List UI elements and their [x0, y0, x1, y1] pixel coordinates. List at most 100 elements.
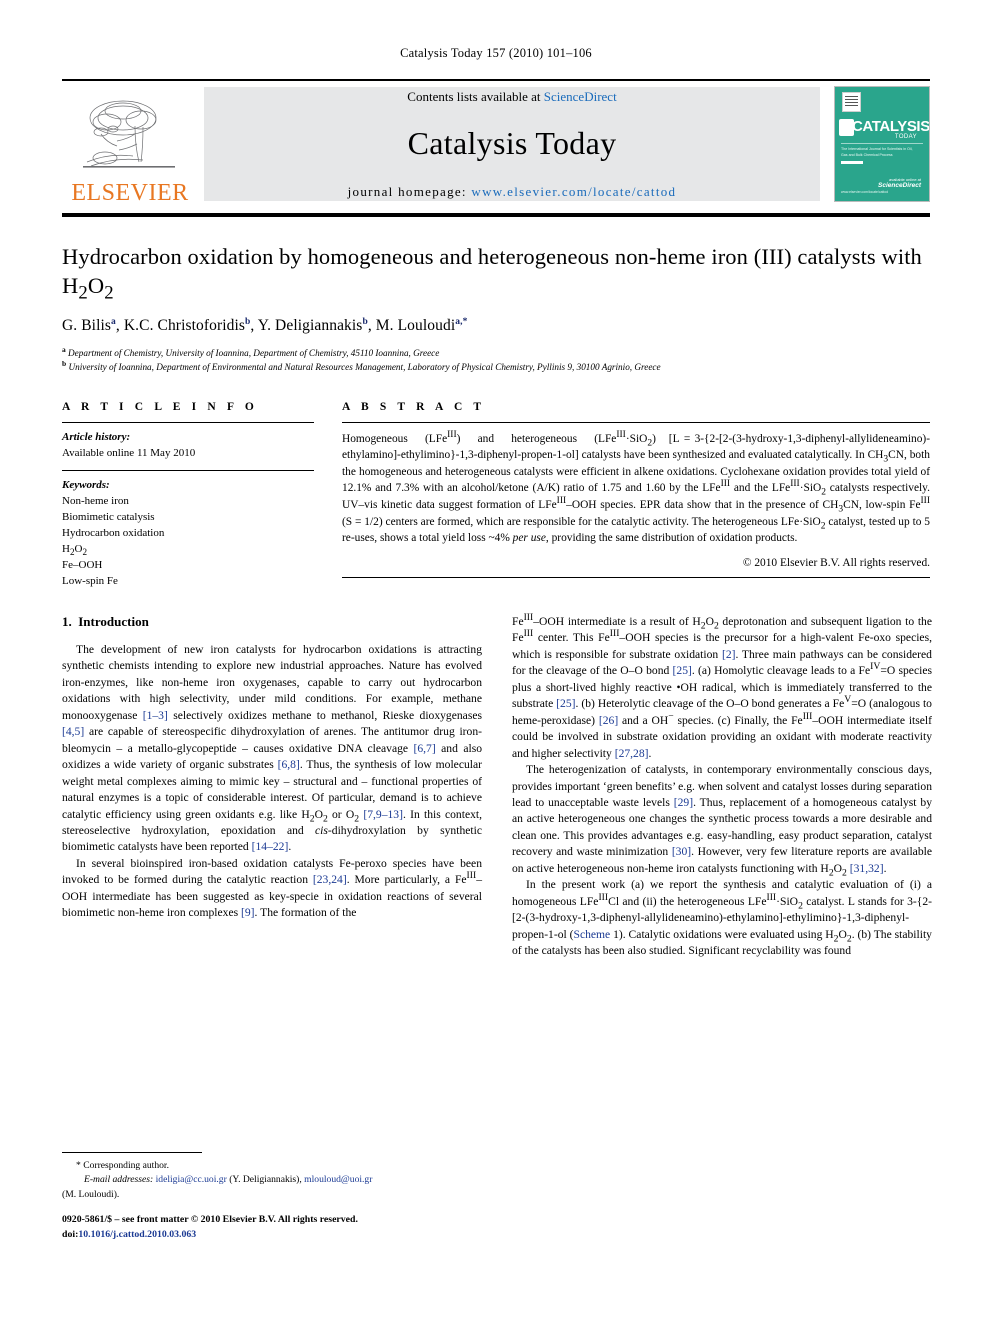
- author-name: G. Bilis: [62, 316, 112, 334]
- citation-ref[interactable]: [1–3]: [143, 709, 168, 722]
- elsevier-logo-block: ELSEVIER: [62, 81, 198, 207]
- affiliation-item: a Department of Chemistry, University of…: [62, 344, 930, 361]
- cover-footer: www.elsevier.com/locate/cattod: [841, 189, 889, 194]
- cover-top-box: [842, 92, 861, 112]
- email-owner-1: (Y. Deligiannakis),: [229, 1174, 302, 1186]
- citation-ref[interactable]: [30]: [672, 845, 691, 858]
- body-column-left: 1. Introduction The development of new i…: [62, 614, 482, 960]
- section-number: 1.: [62, 614, 72, 629]
- contents-prefix: Contents lists available at: [407, 88, 544, 104]
- info-abstract-region: A R T I C L E I N F O Article history: A…: [62, 401, 930, 590]
- page-footer: 0920-5861/$ – see front matter © 2010 El…: [62, 1212, 532, 1242]
- cover-subtitle: TODAY: [894, 134, 917, 140]
- cover-publisher-name: ScienceDirect: [878, 182, 921, 189]
- journal-cover-block: CATALYSIS TODAY The International Journa…: [830, 81, 930, 207]
- doi-link[interactable]: 10.1016/j.cattod.2010.03.063: [78, 1229, 196, 1240]
- paragraph: In several bioinspired iron-based oxidat…: [62, 856, 482, 920]
- paragraph: The heterogenization of catalysts, in co…: [512, 763, 932, 879]
- author-affil-mark: b: [245, 316, 251, 327]
- cover-bar: [841, 161, 863, 164]
- author-affil-mark: a,*: [455, 316, 468, 327]
- footnote-rule: [62, 1152, 202, 1153]
- keyword-item: Hydrocarbon oxidation: [62, 527, 165, 540]
- article-title-sub-2: 2: [104, 282, 114, 304]
- sciencedirect-link[interactable]: ScienceDirect: [544, 89, 617, 104]
- cover-blurb: The International Journal for Scientists…: [841, 147, 913, 157]
- affiliation-text: University of Ioannina, Department of En…: [68, 361, 661, 372]
- cover-title: CATALYSIS: [852, 118, 930, 135]
- doi-label: doi:: [62, 1229, 79, 1241]
- keyword-item: Fe–OOH: [62, 559, 103, 572]
- citation-ref[interactable]: [4,5]: [62, 725, 84, 738]
- abstract-copyright: © 2010 Elsevier B.V. All rights reserved…: [742, 557, 930, 570]
- abstract-text: Homogeneous (LFeIII) and heterogeneous (…: [342, 429, 931, 545]
- page-title: Hydrocarbon oxidation by homogeneous and…: [62, 243, 930, 304]
- elsevier-tree-icon: [83, 100, 175, 168]
- doi-line: doi:10.1016/j.cattod.2010.03.063: [62, 1227, 532, 1242]
- citation-ref[interactable]: [23,24]: [313, 873, 347, 886]
- paragraph: In the present work (a) we report the sy…: [512, 878, 932, 958]
- article-title-sub-1: 2: [78, 282, 88, 304]
- keyword-item: Low-spin Fe: [62, 575, 118, 588]
- keyword-item: H2O2: [62, 543, 88, 558]
- affiliation-mark: b: [62, 358, 67, 368]
- article-info-column: A R T I C L E I N F O Article history: A…: [62, 401, 314, 590]
- article-history-label: Article history:: [62, 430, 131, 443]
- article-history-value: Available online 11 May 2010: [62, 446, 196, 459]
- keyword-item: Non-heme iron: [62, 495, 129, 508]
- email-link-2[interactable]: mlouloud@uoi.gr: [304, 1174, 372, 1185]
- journal-banner: Contents lists available at ScienceDirec…: [204, 87, 820, 201]
- contents-available-line: Contents lists available at ScienceDirec…: [407, 89, 616, 105]
- running-head: Catalysis Today 157 (2010) 101–106: [400, 46, 592, 60]
- citation-ref[interactable]: [25]: [556, 697, 575, 710]
- scheme-ref[interactable]: Scheme: [574, 928, 611, 941]
- journal-article-page: Catalysis Today 157 (2010) 101–106 ELSEV…: [0, 0, 992, 1323]
- citation-ref[interactable]: [26]: [599, 714, 618, 727]
- journal-title: Catalysis Today: [407, 124, 617, 161]
- citation-ref[interactable]: [6,7]: [414, 742, 436, 755]
- body-columns: 1. Introduction The development of new i…: [62, 612, 933, 960]
- issn-copyright-line: 0920-5861/$ – see front matter © 2010 El…: [62, 1214, 358, 1225]
- keyword-item: Biomimetic catalysis: [62, 511, 155, 524]
- affiliation-mark: a: [62, 344, 66, 354]
- corresponding-author-note: * Corresponding author.: [76, 1160, 169, 1171]
- paragraph: FeIII–OOH intermediate is a result of H2…: [512, 612, 933, 760]
- article-info-heading: A R T I C L E I N F O: [62, 400, 258, 413]
- section-title-introduction: 1. Introduction: [62, 614, 482, 630]
- citation-ref[interactable]: [31,32]: [850, 862, 884, 875]
- email-addresses-label: E-mail addresses:: [84, 1174, 154, 1186]
- citation-ref[interactable]: [2]: [722, 648, 736, 661]
- author-affil-mark: b: [362, 316, 368, 327]
- journal-homepage-line: journal homepage: www.elsevier.com/locat…: [348, 184, 677, 200]
- citation-ref[interactable]: [7,9–13]: [363, 808, 403, 821]
- citation-ref[interactable]: [9]: [241, 906, 255, 919]
- email-link-1[interactable]: ideligia@cc.uoi.gr: [156, 1174, 227, 1185]
- citation-ref[interactable]: [25]: [673, 664, 692, 677]
- abstract-column: A B S T R A C T Homogeneous (LFeIII) and…: [342, 401, 930, 590]
- email-owner-2: (M. Louloudi).: [62, 1188, 120, 1200]
- elsevier-wordmark: ELSEVIER: [71, 180, 189, 206]
- section-name: Introduction: [78, 614, 149, 629]
- cover-publisher: available online at ScienceDirect: [878, 177, 921, 189]
- citation-ref[interactable]: [14–22]: [252, 840, 289, 853]
- citation-ref[interactable]: [27,28]: [615, 747, 649, 760]
- cover-rule: [841, 143, 923, 144]
- email-addresses-line: E-mail addresses: ideligia@cc.uoi.gr (Y.…: [62, 1173, 482, 1187]
- abstract-heading: A B S T R A C T: [342, 400, 486, 413]
- body-column-right: FeIII–OOH intermediate is a result of H2…: [512, 612, 933, 960]
- abstract-rule-bottom: [342, 577, 930, 579]
- homepage-prefix: journal homepage:: [347, 183, 472, 199]
- journal-masthead: ELSEVIER Contents lists available at Sci…: [62, 79, 930, 207]
- author-name: M. Louloudi: [375, 316, 456, 334]
- affiliation-text: Department of Chemistry, University of I…: [68, 347, 440, 358]
- author-list: G. Bilisa, K.C. Christoforidisb, Y. Deli…: [62, 316, 468, 334]
- homepage-url-link[interactable]: www.elsevier.com/locate/cattod: [471, 184, 676, 199]
- keywords-block: Keywords: Non-heme iron Biomimetic catal…: [62, 471, 314, 590]
- corresponding-author-footnote: * Corresponding author. E-mail addresses…: [62, 1152, 482, 1202]
- citation-ref[interactable]: [6,8]: [278, 758, 300, 771]
- journal-cover-thumbnail: CATALYSIS TODAY The International Journa…: [834, 86, 930, 202]
- article-title-main: Hydrocarbon oxidation by homogeneous and…: [62, 244, 922, 298]
- author-affil-mark: a: [111, 316, 116, 327]
- paragraph: The development of new iron catalysts fo…: [62, 643, 483, 854]
- citation-ref[interactable]: [29]: [674, 796, 693, 809]
